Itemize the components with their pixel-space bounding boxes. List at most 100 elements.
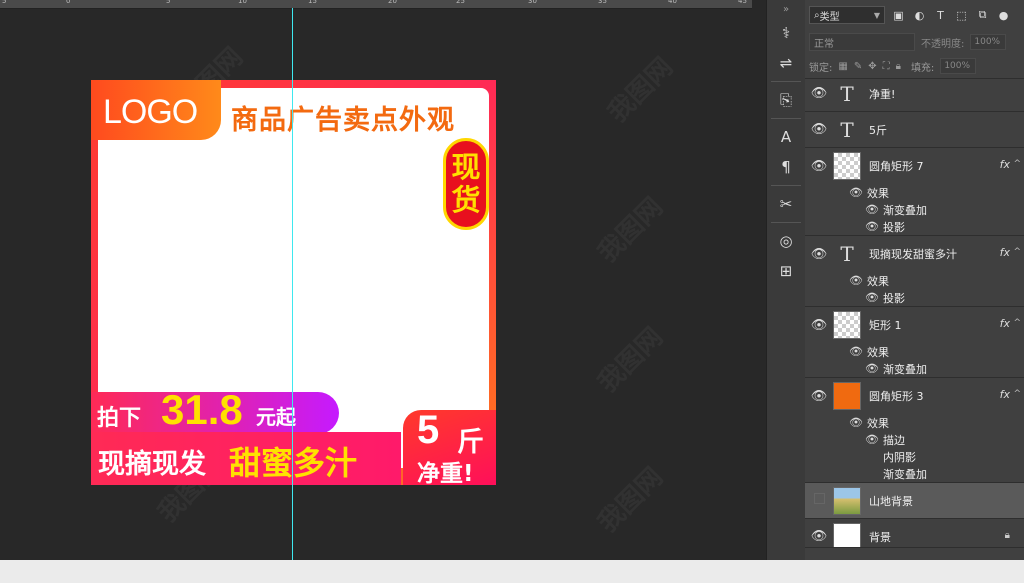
blend-mode-bar: 正常 不透明度: 100%: [805, 30, 1024, 54]
layer-row[interactable]: 👁︎ 圆角矩形 3 fx ^: [805, 378, 1024, 414]
effects-header[interactable]: 👁︎ 效果: [805, 184, 1024, 201]
timeline-icon[interactable]: ⊞: [767, 256, 805, 286]
ruler-tick: 5: [2, 0, 7, 5]
layers-panel: ⌕ 类型 ▼ ▣ ◐ T ⬚ ⧉ ● 正常 不透明度: 100% 锁定: ▦ ✎…: [805, 0, 1024, 560]
tools-panel-icon[interactable]: ✂: [767, 189, 805, 219]
paragraph-panel-icon[interactable]: ¶: [767, 152, 805, 182]
lock-artboard-icon[interactable]: ⛶: [883, 61, 890, 72]
effects-header[interactable]: 👁︎ 效果: [805, 272, 1024, 289]
eye-icon[interactable]: 👁︎: [865, 291, 879, 304]
tool-presets-icon[interactable]: ⇌: [767, 48, 805, 78]
layer-row[interactable]: 👁︎ 矩形 1 fx ^: [805, 307, 1024, 343]
ruler-tick: 25: [456, 0, 465, 5]
layer-row-selected[interactable]: 山地背景: [805, 483, 1024, 519]
lock-transparent-icon[interactable]: ▦: [838, 61, 847, 72]
eye-icon[interactable]: 👁︎: [865, 433, 879, 446]
product-main-image[interactable]: LOGO 商品广告卖点外观 现 货 拍下 31.8 元起 现摘现发 甜蜜多汁 5…: [91, 80, 496, 485]
layer-list: 👁︎ T 净重! 👁︎ T 5斤 👁︎ 圆角矩形 7 fx ^ 👁︎ 效果 👁︎ 渐…: [805, 76, 1024, 555]
visibility-eye-icon[interactable]: 👁︎: [805, 389, 833, 404]
layer-thumbnail: [833, 382, 861, 410]
effect-name: 投影: [883, 220, 905, 234]
effect-row[interactable]: 渐变叠加: [805, 465, 1024, 483]
effect-row[interactable]: 👁︎ 投影: [805, 218, 1024, 236]
fx-icon[interactable]: fx: [1000, 317, 1010, 330]
layer-name: 现摘现发甜蜜多汁: [869, 248, 957, 261]
shape-filter-icon[interactable]: ⬚: [954, 9, 969, 22]
net-weight-box: 5 斤 净重!: [403, 408, 496, 485]
eye-icon[interactable]: 👁︎: [849, 345, 863, 358]
lock-all-icon[interactable]: 🔒︎: [896, 61, 901, 72]
adjustment-filter-icon[interactable]: ◐: [912, 9, 927, 22]
lock-position-icon[interactable]: ✥: [868, 61, 876, 72]
lock-pixels-icon[interactable]: ✎: [854, 61, 862, 72]
effect-name: 渐变叠加: [883, 362, 927, 376]
kind-filter-label: 类型: [819, 11, 840, 23]
filter-toggle-icon[interactable]: ●: [996, 9, 1011, 22]
layer-row[interactable]: 👁︎ 圆角矩形 7 fx ^: [805, 148, 1024, 184]
effect-name: 内阴影: [883, 450, 916, 464]
eye-icon[interactable]: 👁︎: [865, 220, 879, 233]
layer-row[interactable]: 👁︎ T 净重!: [805, 76, 1024, 112]
ruler-tick: 15: [308, 0, 317, 5]
visibility-eye-icon[interactable]: 👁︎: [805, 122, 833, 137]
layer-row[interactable]: 👁︎ T 5斤: [805, 112, 1024, 148]
visibility-off-icon[interactable]: [805, 493, 833, 508]
price-value: 31.8: [161, 386, 243, 433]
price-prefix: 拍下: [97, 406, 142, 431]
chevron-up-icon[interactable]: ^: [1013, 159, 1021, 169]
kind-filter-select[interactable]: ⌕ 类型 ▼: [809, 6, 885, 24]
fx-icon[interactable]: fx: [1000, 158, 1010, 171]
effect-row[interactable]: 👁︎ 描边: [805, 431, 1024, 448]
chevron-up-icon[interactable]: ^: [1013, 247, 1021, 257]
visibility-eye-icon[interactable]: 👁︎: [805, 159, 833, 174]
effect-name: 描边: [883, 433, 905, 447]
text-layer-icon: T: [840, 81, 854, 106]
chevron-up-icon[interactable]: ^: [1013, 389, 1021, 399]
horizontal-ruler: 5 0 5 10 15 20 25 30 35 40 45: [0, 0, 752, 9]
effect-row[interactable]: 👁︎ 渐变叠加: [805, 360, 1024, 378]
brush-settings-icon[interactable]: ⚕: [767, 18, 805, 48]
slogan-yellow: 甜蜜多汁: [229, 444, 358, 482]
character-panel-icon[interactable]: A: [767, 122, 805, 152]
price-bar: 拍下 31.8 元起: [91, 386, 339, 434]
effect-row[interactable]: 👁︎ 投影: [805, 289, 1024, 307]
clone-source-icon[interactable]: ⎘: [767, 85, 805, 115]
fill-field[interactable]: 100%: [940, 58, 977, 74]
eye-icon[interactable]: 👁︎: [849, 416, 863, 429]
effect-row[interactable]: 👁︎ 渐变叠加: [805, 201, 1024, 218]
divider: [771, 185, 801, 186]
opacity-field[interactable]: 100%: [970, 34, 1007, 50]
libraries-icon[interactable]: ◎: [767, 226, 805, 256]
visibility-eye-icon[interactable]: 👁︎: [805, 318, 833, 333]
effects-label: 效果: [867, 345, 889, 359]
effects-header[interactable]: 👁︎ 效果: [805, 343, 1024, 360]
fx-icon[interactable]: fx: [1000, 388, 1010, 401]
badge-char: 现: [451, 150, 481, 184]
layer-name: 圆角矩形 7: [869, 160, 924, 173]
visibility-eye-icon[interactable]: 👁︎: [805, 247, 833, 262]
vertical-guide[interactable]: [292, 8, 293, 560]
opacity-value: 100%: [974, 37, 1001, 47]
eye-icon[interactable]: 👁︎: [865, 203, 879, 216]
lock-label: 锁定:: [809, 62, 833, 74]
eye-icon[interactable]: 👁︎: [849, 274, 863, 287]
pixel-filter-icon[interactable]: ▣: [891, 9, 906, 22]
watermark: 我图网: [592, 192, 669, 269]
blend-mode-select[interactable]: 正常: [809, 33, 915, 51]
eye-icon[interactable]: 👁︎: [865, 362, 879, 375]
effects-header[interactable]: 👁︎ 效果: [805, 414, 1024, 431]
document-canvas-area[interactable]: 5 0 5 10 15 20 25 30 35 40 45 我图网 我图网 我图…: [0, 0, 752, 560]
visibility-eye-icon[interactable]: 👁︎: [805, 529, 833, 544]
effect-row[interactable]: 内阴影: [805, 448, 1024, 465]
fx-icon[interactable]: fx: [1000, 246, 1010, 259]
smart-object-filter-icon[interactable]: ⧉: [975, 8, 990, 22]
visibility-eye-icon[interactable]: 👁︎: [805, 86, 833, 101]
ruler-tick: 40: [668, 0, 677, 5]
layer-row[interactable]: 👁︎ T 现摘现发甜蜜多汁 fx ^: [805, 236, 1024, 272]
lock-icon: 🔒︎: [1004, 530, 1010, 541]
collapse-dock-icon[interactable]: »: [767, 0, 805, 18]
chevron-up-icon[interactable]: ^: [1013, 318, 1021, 328]
eye-icon[interactable]: 👁︎: [849, 186, 863, 199]
slogan-white: 现摘现发: [98, 449, 206, 480]
type-filter-icon[interactable]: T: [933, 9, 948, 22]
